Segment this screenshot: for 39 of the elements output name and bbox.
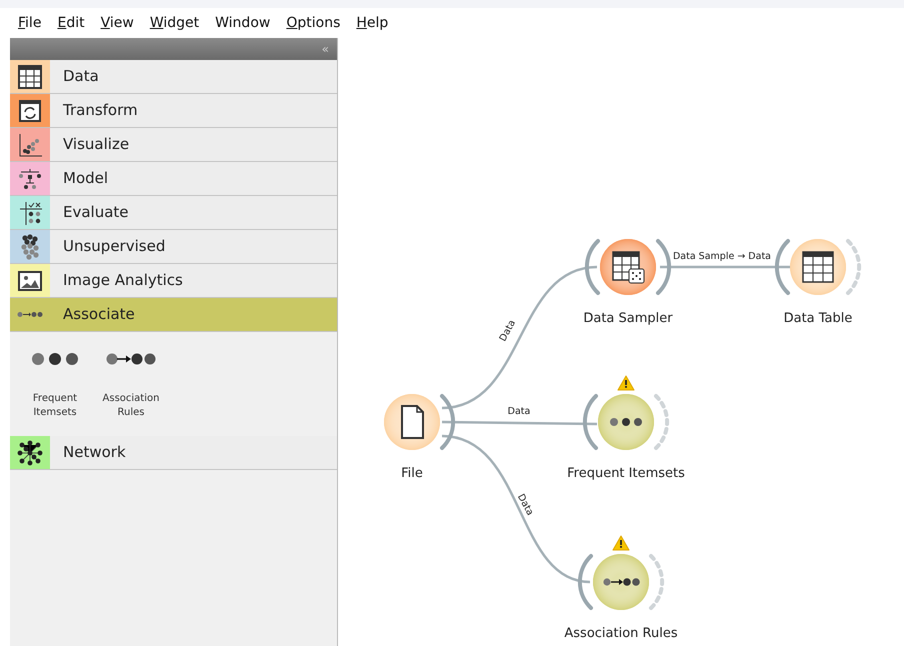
widget-node[interactable] — [582, 394, 670, 450]
category-tab[interactable]: Model — [10, 162, 337, 196]
category-tab[interactable]: Evaluate — [10, 196, 337, 230]
menu-item[interactable]: View — [100, 12, 134, 34]
widget-label[interactable]: Association Rules — [100, 392, 162, 420]
document-icon — [401, 405, 424, 439]
widget-label[interactable]: Frequent Itemsets — [24, 392, 86, 420]
dots-arrow-icon — [603, 578, 640, 586]
widget-node[interactable] — [578, 554, 664, 610]
menu-item[interactable]: File — [18, 12, 42, 34]
menu-item[interactable]: Options — [286, 12, 340, 34]
node-label: Association Rules — [564, 626, 678, 641]
node-label: Data Sampler — [583, 311, 673, 326]
menu-item[interactable]: Window — [215, 12, 270, 34]
node-label: Data Table — [784, 311, 852, 326]
node-label: Frequent Itemsets — [567, 466, 685, 481]
menu-item[interactable]: Edit — [57, 12, 85, 34]
category-tab[interactable]: Transform — [10, 94, 337, 128]
associate-icon — [16, 311, 44, 318]
dots-arrow-icon — [105, 352, 157, 366]
category-tab[interactable]: Unsupervised — [10, 230, 337, 264]
link-label: Data — [515, 492, 536, 518]
category-tab[interactable]: Data — [10, 60, 337, 94]
network-icon — [16, 438, 44, 466]
table-dice-icon — [612, 251, 644, 284]
menu-item[interactable]: Widget — [150, 12, 200, 34]
link-label: Data — [508, 406, 530, 417]
table-icon — [16, 62, 44, 90]
category-tab[interactable]: Visualize — [10, 128, 337, 162]
node-label: File — [401, 466, 423, 481]
menu-item[interactable]: Help — [356, 12, 388, 34]
dots-icon — [31, 352, 79, 366]
category-tab[interactable]: Associate — [10, 298, 337, 332]
dots-icon — [610, 418, 642, 426]
link-label: Data Sample → Data — [673, 251, 771, 262]
category-tab[interactable]: Image Analytics — [10, 264, 337, 298]
table-icon — [802, 251, 834, 283]
category-tab[interactable]: Network — [10, 436, 337, 470]
link-label: Data — [498, 318, 518, 344]
